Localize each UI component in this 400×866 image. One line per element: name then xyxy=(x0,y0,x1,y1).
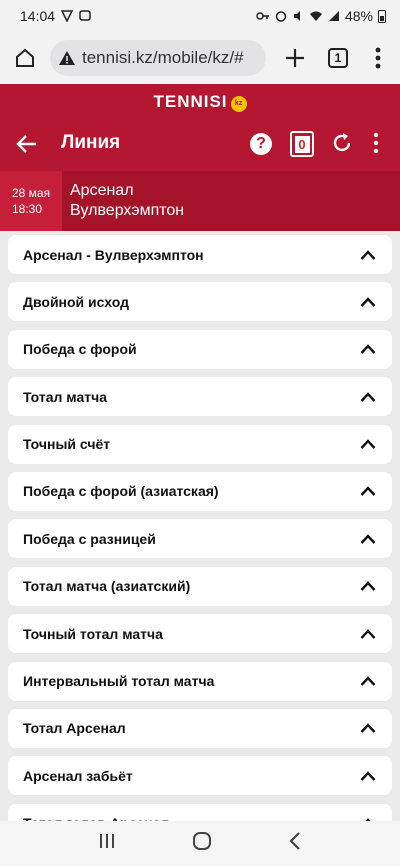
back-button[interactable] xyxy=(14,131,40,157)
vpn-icon xyxy=(61,10,74,22)
market-item[interactable]: Победа с разницей xyxy=(8,519,392,559)
browser-toolbar: tennisi.kz/mobile/kz/# 1 xyxy=(0,32,400,84)
home-button[interactable] xyxy=(10,43,40,73)
more-vert-icon xyxy=(375,47,381,69)
market-label: Точный счёт xyxy=(23,436,111,453)
home-icon xyxy=(16,48,34,67)
plus-icon xyxy=(286,49,304,67)
mute-icon xyxy=(293,11,300,21)
wifi-icon xyxy=(309,11,322,21)
market-item[interactable]: Арсенал забьёт xyxy=(8,756,392,796)
chevron-up-icon xyxy=(360,439,376,449)
warning-icon xyxy=(59,51,75,65)
coupon-count: 0 xyxy=(294,135,310,153)
chevron-up-icon xyxy=(360,249,376,260)
home-nav-button[interactable] xyxy=(192,831,212,856)
tab-switcher-button[interactable]: 1 xyxy=(328,48,348,68)
refresh-icon xyxy=(333,133,351,152)
markets-list: Арсенал - Вулверхэмптон Двойной исход По… xyxy=(8,235,392,851)
market-label: Победа с разницей xyxy=(23,530,156,547)
help-button[interactable]: ? xyxy=(250,133,272,155)
market-label: Интервальный тотал матча xyxy=(23,673,215,690)
market-item[interactable]: Точный счёт xyxy=(8,424,392,464)
market-label: Двойной исход xyxy=(23,293,129,310)
key-icon xyxy=(256,12,269,20)
back-nav-button[interactable] xyxy=(288,831,302,856)
market-label: Точный тотал матча xyxy=(23,625,163,642)
brand-badge: kz xyxy=(230,96,247,112)
back-chevron-icon xyxy=(289,832,300,850)
team-away: Вулверхэмптон xyxy=(70,202,185,219)
signal-icon xyxy=(328,11,339,21)
market-item[interactable]: Двойной исход xyxy=(8,282,392,322)
chevron-up-icon xyxy=(360,723,376,734)
coupon-button[interactable]: 0 xyxy=(290,131,314,157)
recents-icon xyxy=(100,834,114,848)
match-date: 28 мая xyxy=(12,186,51,200)
battery-percent: 48% xyxy=(344,8,373,24)
market-label: Победа с форой xyxy=(23,341,137,358)
market-item[interactable]: Интервальный тотал матча xyxy=(8,661,392,701)
message-icon xyxy=(79,10,91,21)
chevron-up-icon xyxy=(360,628,376,639)
app-menu-button[interactable] xyxy=(368,132,384,154)
chevron-up-icon xyxy=(360,771,376,781)
market-item[interactable]: Победа с форой xyxy=(8,329,392,369)
status-bar: 14:04 48% xyxy=(0,0,400,32)
match-teams: Арсенал Вулверхэмптон xyxy=(62,171,184,231)
chevron-up-icon xyxy=(360,297,376,307)
refresh-button[interactable] xyxy=(331,132,353,154)
chevron-up-icon xyxy=(360,391,376,402)
chevron-up-icon xyxy=(360,534,376,544)
market-item[interactable]: Арсенал - Вулверхэмптон xyxy=(8,235,392,274)
market-label: Победа с форой (азиатская) xyxy=(23,483,219,500)
team-home: Арсенал xyxy=(70,182,134,199)
match-header: 28 мая 18:30 Арсенал Вулверхэмптон xyxy=(0,171,400,231)
market-label: Тотал Арсенал xyxy=(23,720,126,737)
url-text: tennisi.kz/mobile/kz/# xyxy=(82,48,244,67)
chevron-up-icon xyxy=(360,581,376,592)
page-title: Линия xyxy=(61,132,121,153)
brand-name: TENNISI xyxy=(153,92,228,111)
market-item[interactable]: Тотал матча xyxy=(8,377,392,417)
market-item[interactable]: Тотал Арсенал xyxy=(8,708,392,748)
app-header: TENNISI kz Линия ? 0 xyxy=(0,84,400,171)
chevron-up-icon xyxy=(360,486,376,497)
system-nav-bar xyxy=(0,821,400,866)
brand-logo[interactable]: TENNISI kz xyxy=(0,92,400,112)
home-circle-icon xyxy=(193,832,211,850)
market-item[interactable]: Тотал матча (азиатский) xyxy=(8,566,392,606)
match-time: 18:30 xyxy=(12,202,43,216)
market-label: Тотал матча xyxy=(23,388,108,405)
chevron-up-icon xyxy=(360,344,376,355)
new-tab-button[interactable] xyxy=(280,43,310,73)
alarm-icon xyxy=(275,11,287,22)
chevron-up-icon xyxy=(360,676,376,686)
market-label: Арсенал забьёт xyxy=(23,767,133,784)
market-label: Тотал матча (азиатский) xyxy=(23,578,191,595)
market-item[interactable]: Победа с форой (азиатская) xyxy=(8,471,392,511)
market-label: Арсенал - Вулверхэмптон xyxy=(23,246,204,263)
battery-icon xyxy=(378,10,386,23)
status-time: 14:04 xyxy=(20,8,56,24)
recents-button[interactable] xyxy=(98,832,116,855)
market-item[interactable]: Точный тотал матча xyxy=(8,614,392,654)
arrow-left-icon xyxy=(16,135,36,153)
browser-menu-button[interactable] xyxy=(366,43,390,73)
more-vert-icon xyxy=(373,132,379,154)
address-bar[interactable]: tennisi.kz/mobile/kz/# xyxy=(50,40,266,76)
match-datetime: 28 мая 18:30 xyxy=(0,171,62,231)
